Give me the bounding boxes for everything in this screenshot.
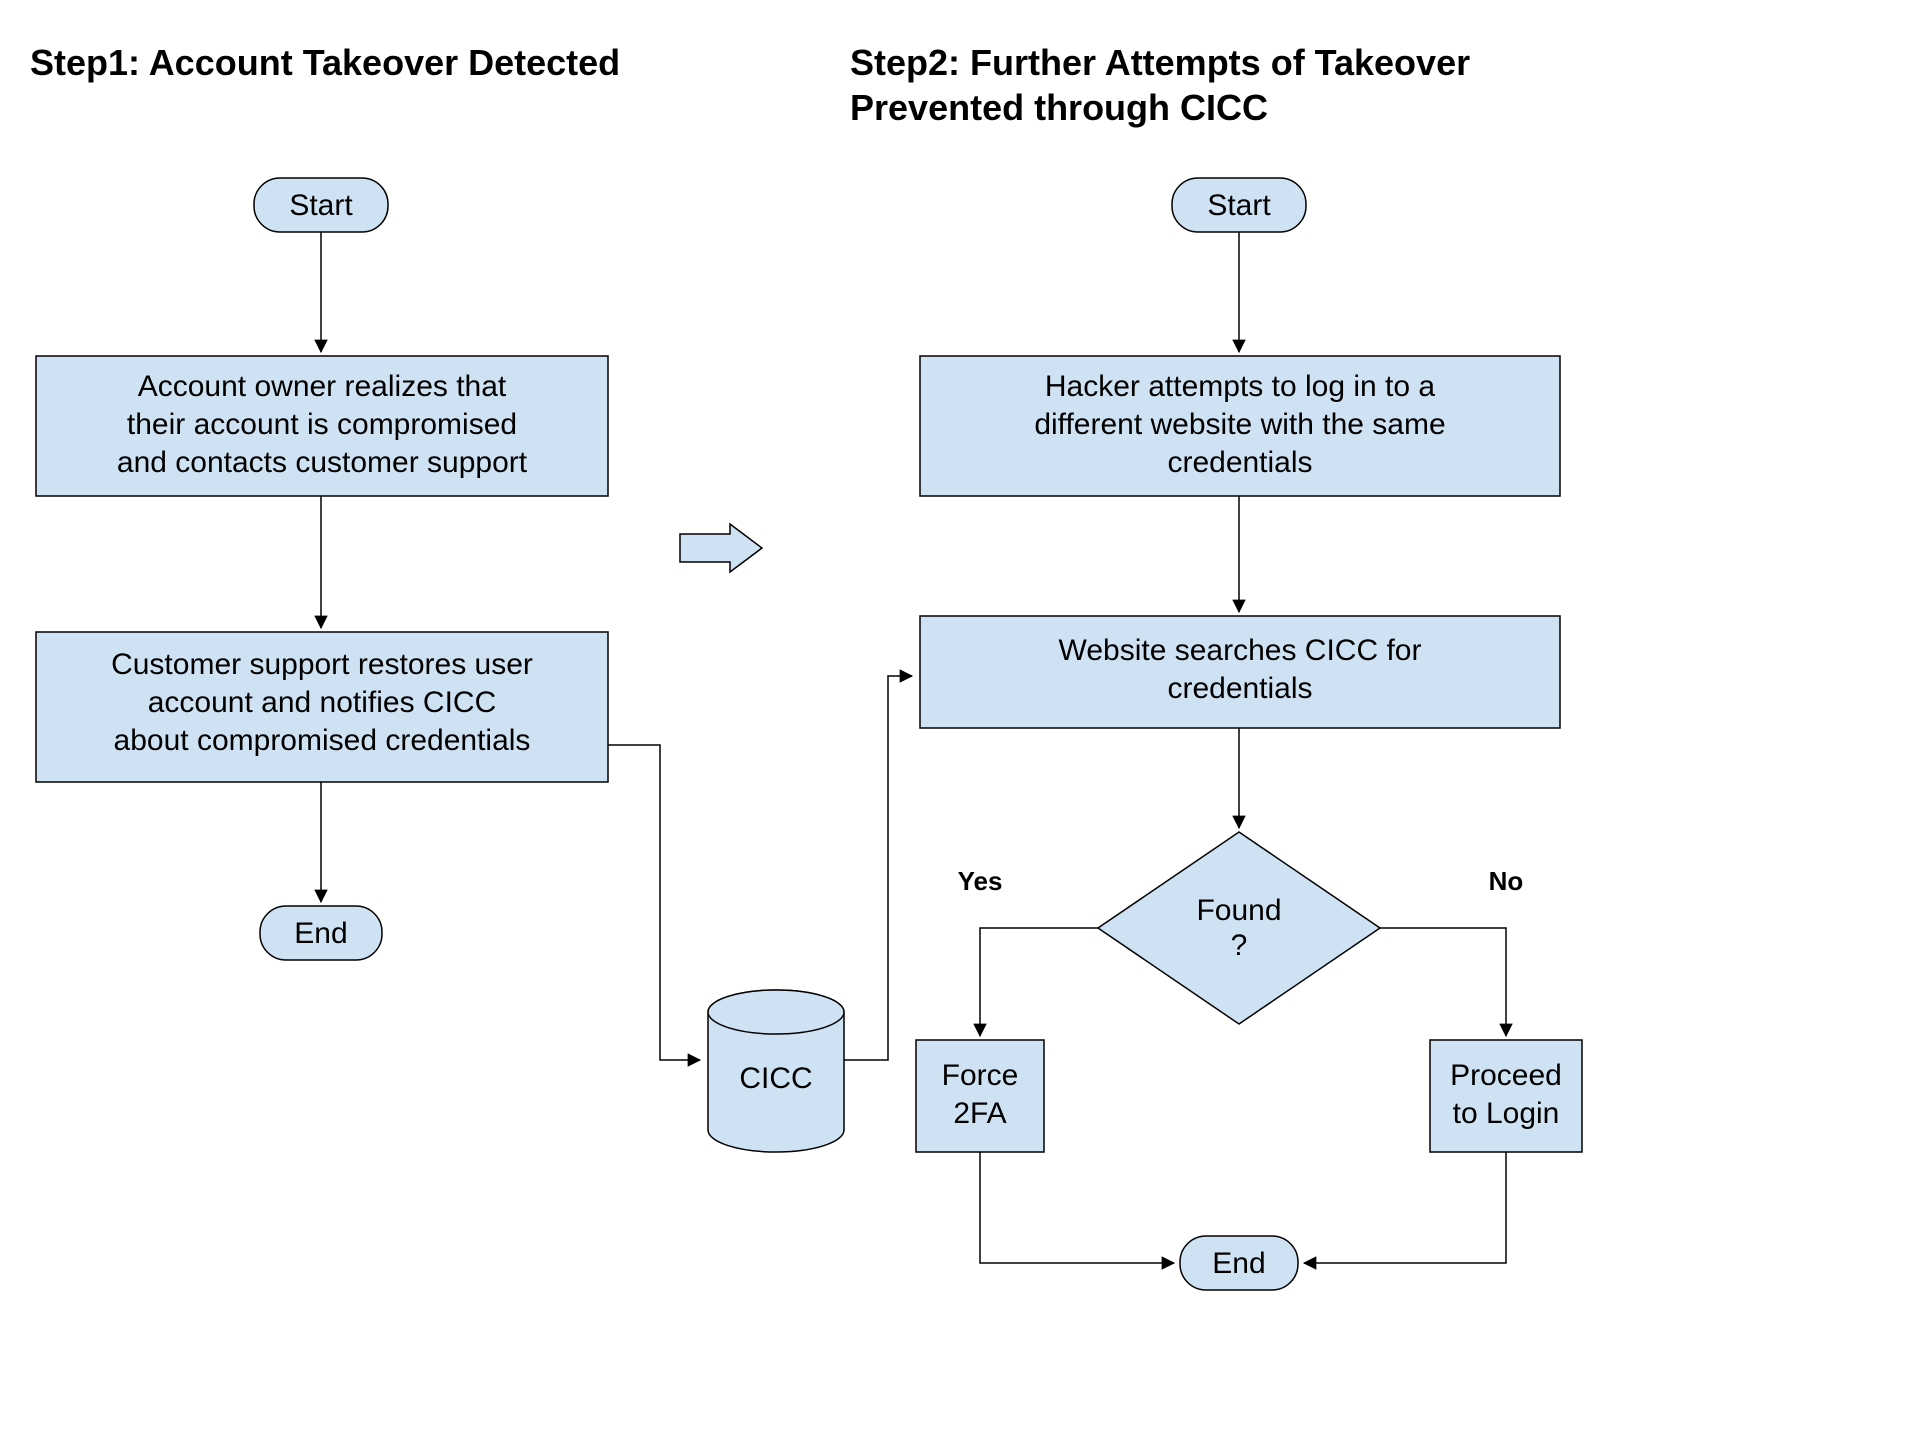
step1-box2: Customer support restores user account a… <box>36 632 608 782</box>
step2-force-l1: Force <box>942 1059 1019 1092</box>
step2-proceed-l1: Proceed <box>1450 1059 1562 1092</box>
step2-box2-l1: Website searches CICC for <box>1059 634 1422 667</box>
step1-box1-l1: Account owner realizes that <box>138 370 507 403</box>
step2-box1-l3: credentials <box>1167 446 1312 479</box>
step2-edge-force-end <box>980 1152 1174 1263</box>
step1-end-node: End <box>260 906 382 960</box>
step1-edge-box2-cicc <box>608 745 700 1060</box>
step1-box2-l3: about compromised credentials <box>114 724 531 757</box>
step2-force-l2: 2FA <box>953 1097 1006 1130</box>
step2-edge-yes <box>980 928 1098 1036</box>
step1-start-text: Start <box>289 189 353 222</box>
step2-box1: Hacker attempts to log in to a different… <box>920 356 1560 496</box>
step1-start-node: Start <box>254 178 388 232</box>
step1-box2-l1: Customer support restores user <box>111 648 533 681</box>
step2-decision: Found ? <box>1098 832 1380 1024</box>
step2-edge-proceed-end <box>1304 1152 1506 1263</box>
step1-end-text: End <box>294 917 347 950</box>
step2-edge-no <box>1380 928 1506 1036</box>
step1-title: Step1: Account Takeover Detected <box>30 42 620 83</box>
step1-box1-l3: and contacts customer support <box>117 446 528 479</box>
step1-box2-l2: account and notifies CICC <box>148 686 497 719</box>
step2-box2-l2: credentials <box>1167 672 1312 705</box>
step2-decision-l1: Found <box>1196 894 1281 927</box>
step1-box1-l2: their account is compromised <box>127 408 517 441</box>
step2-start-text: Start <box>1207 189 1271 222</box>
step2-no-label: No <box>1489 866 1524 896</box>
step1-box1: Account owner realizes that their accoun… <box>36 356 608 496</box>
step2-title-l2: Prevented through CICC <box>850 87 1268 128</box>
flow-connector-arrow <box>680 524 762 572</box>
edge-cicc-step2box2 <box>844 676 912 1060</box>
step2-box1-l1: Hacker attempts to log in to a <box>1045 370 1436 403</box>
cicc-database: CICC <box>708 990 844 1152</box>
step2-start-node: Start <box>1172 178 1306 232</box>
step2-end-text: End <box>1212 1247 1265 1280</box>
step2-title-l1: Step2: Further Attempts of Takeover <box>850 42 1470 83</box>
step2-proceed: Proceed to Login <box>1430 1040 1582 1152</box>
step2-end-node: End <box>1180 1236 1298 1290</box>
step2-force2fa: Force 2FA <box>916 1040 1044 1152</box>
cicc-label: CICC <box>739 1062 812 1095</box>
step2-decision-l2: ? <box>1231 929 1248 962</box>
step2-box2: Website searches CICC for credentials <box>920 616 1560 728</box>
step2-box1-l2: different website with the same <box>1034 408 1445 441</box>
step2-yes-label: Yes <box>958 866 1003 896</box>
step2-proceed-l2: to Login <box>1453 1097 1560 1130</box>
